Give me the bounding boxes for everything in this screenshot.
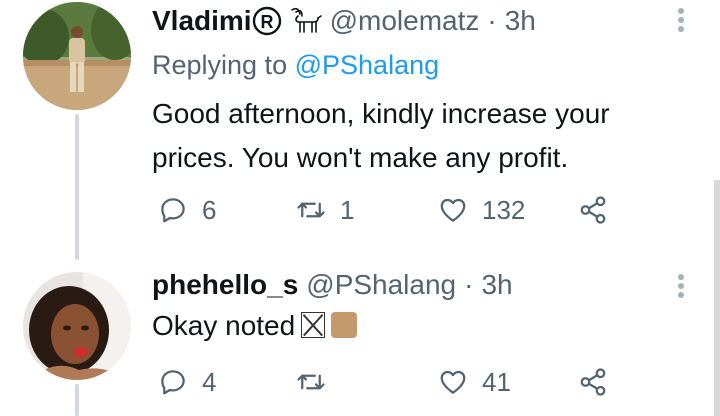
more-options-icon[interactable] [678,274,686,298]
reply-button[interactable]: 6 [158,188,216,232]
replying-to-mention[interactable]: @PShalang [295,50,440,80]
avatar-vladimi[interactable] [23,2,131,110]
reply-icon [161,370,185,395]
share-button[interactable] [578,360,608,404]
like-count: 41 [482,366,511,397]
display-name[interactable]: Vladimi [152,4,252,38]
share-icon [580,368,606,396]
timestamp[interactable]: 3h [481,268,512,302]
separator-dot: · [464,269,474,300]
reply-button[interactable]: 4 [158,360,216,404]
heart-icon [440,370,466,394]
missing-glyph-icon [301,312,326,338]
tweet-text: Okay noted [152,304,692,348]
handle[interactable]: @PShalang [306,268,456,302]
replying-to-label: Replying to [152,50,288,80]
retweet-button[interactable] [296,360,340,404]
tweet-actions: 6 1 132 [152,188,672,232]
reply-icon [161,198,185,223]
tweet-actions: 4 41 [152,360,672,404]
svg-text:R: R [260,12,273,32]
heart-icon [440,198,466,222]
thread-line-bottom [75,384,79,416]
retweet-count: 1 [340,194,355,225]
tweet-text-line-1: Good afternoon, kindly increase your [152,98,610,129]
display-name[interactable]: phehello_s [152,268,298,302]
separator-dot: · [487,5,497,36]
like-button[interactable]: 132 [438,188,525,232]
tweet-text: Good afternoon, kindly increase your pri… [152,92,692,180]
tweet-1-header: Vladimi R @molematz · 3h [152,4,536,38]
tweet-2-header: phehello_s @PShalang · 3h [152,268,513,302]
retweet-button[interactable]: 1 [296,188,354,232]
timestamp[interactable]: 3h [505,4,536,38]
handle[interactable]: @molematz [330,4,480,38]
share-icon [580,196,606,224]
more-options-icon[interactable] [678,8,686,32]
thread-line-top [75,114,79,260]
share-button[interactable] [578,188,608,232]
retweet-icon [297,374,325,390]
reply-count: 4 [202,366,217,397]
scrollbar[interactable] [714,180,720,416]
registered-icon: R [252,6,282,36]
reply-count: 6 [202,194,217,225]
replying-to: Replying to @PShalang [152,48,439,82]
like-count: 132 [482,194,526,225]
skin-tone-modifier-icon [331,312,358,338]
avatar-phehello[interactable] [23,272,131,380]
retweet-icon [297,202,325,218]
goat-icon [288,6,324,36]
like-button[interactable]: 41 [438,360,511,404]
tweet-text-line-2: prices. You won't make any profit. [152,142,569,173]
tweet-text-content: Okay noted [152,310,296,341]
